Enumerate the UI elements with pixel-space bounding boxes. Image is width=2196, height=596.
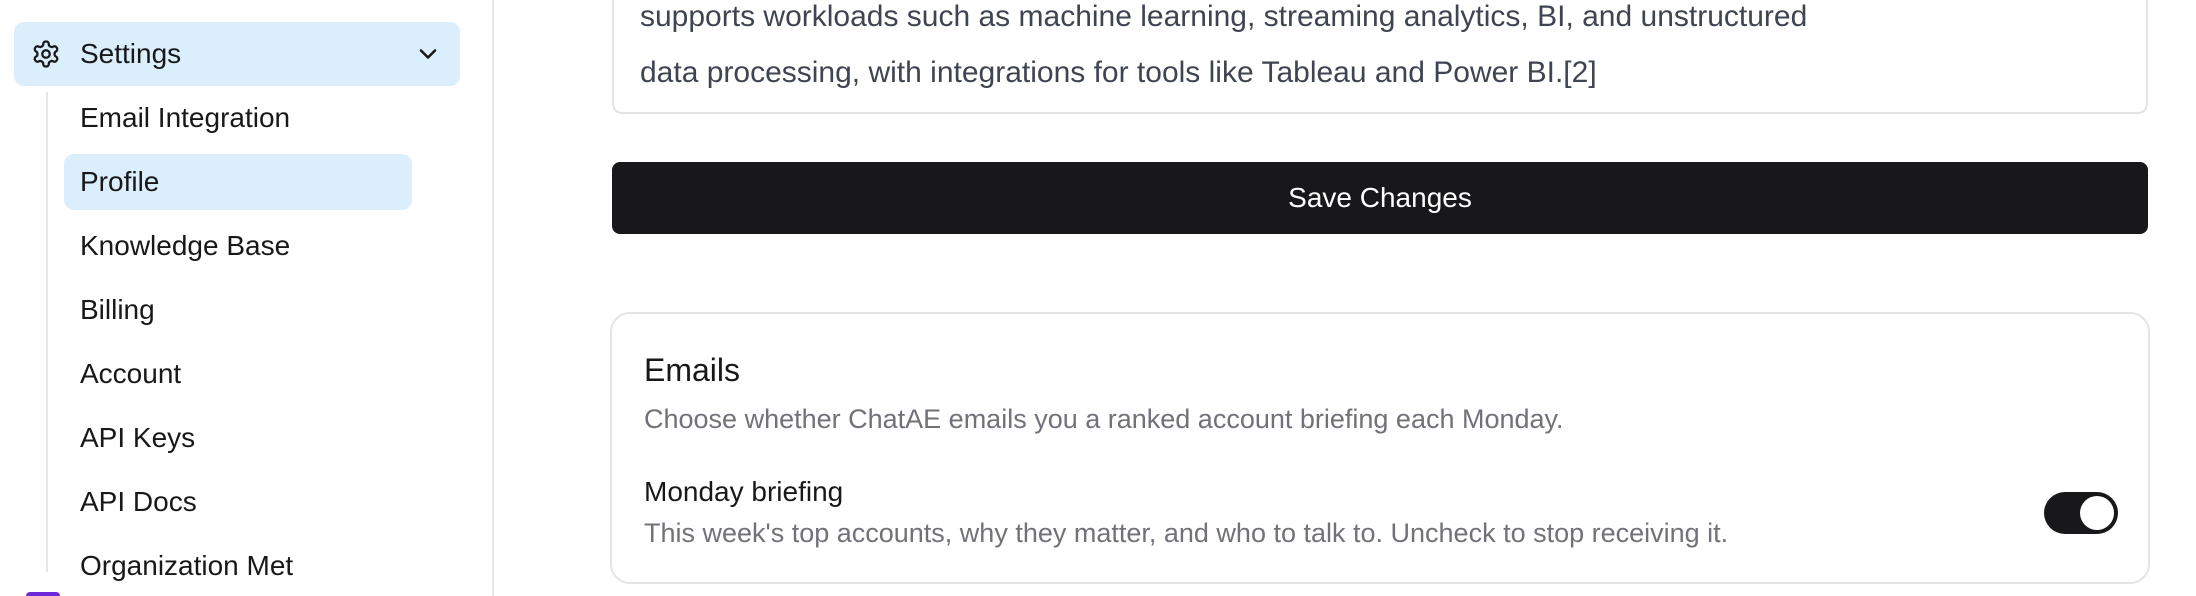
sidebar-item-label: Account: [80, 358, 182, 389]
emails-card: Emails Choose whether ChatAE emails you …: [610, 312, 2150, 584]
toggle-knob: [2080, 496, 2114, 530]
sidebar-item-label: Knowledge Base: [80, 230, 291, 261]
emails-title: Emails: [644, 352, 741, 388]
monday-briefing-description: This week's top accounts, why they matte…: [644, 518, 1729, 548]
sidebar-item-api-keys[interactable]: API Keys: [64, 410, 412, 466]
sidebar-divider: [492, 0, 494, 596]
sidebar-item-knowledge-base[interactable]: Knowledge Base: [64, 218, 412, 274]
tree-line: [46, 92, 48, 572]
sidebar: Settings Email Integration Profile Knowl…: [0, 0, 492, 596]
chevron-down-icon[interactable]: [414, 40, 442, 68]
settings-label: Settings: [80, 38, 182, 69]
sidebar-item-email-integration[interactable]: Email Integration: [64, 90, 412, 146]
sidebar-item-organization-metadata[interactable]: Organization Met: [64, 538, 412, 594]
gear-icon: [30, 38, 62, 70]
app-logo: [26, 592, 60, 596]
sidebar-item-billing[interactable]: Billing: [64, 282, 412, 338]
emails-description: Choose whether ChatAE emails you a ranke…: [644, 404, 1564, 434]
sidebar-item-api-docs[interactable]: API Docs: [64, 474, 412, 530]
monday-briefing-toggle[interactable]: [2044, 492, 2118, 534]
monday-briefing-label: Monday briefing: [644, 476, 844, 507]
sidebar-item-label: Profile: [80, 166, 160, 197]
sidebar-item-account[interactable]: Account: [64, 346, 412, 402]
sidebar-item-label: API Docs: [80, 486, 197, 517]
textarea-line: supports workloads such as machine learn…: [640, 0, 1808, 33]
profile-description-textarea[interactable]: supports workloads such as machine learn…: [612, 0, 2148, 114]
sidebar-item-profile[interactable]: Profile: [64, 154, 412, 210]
sidebar-item-label: Billing: [80, 294, 155, 325]
sidebar-item-label: Organization Met: [80, 550, 294, 581]
textarea-line: data processing, with integrations for t…: [640, 56, 1597, 89]
save-changes-button[interactable]: Save Changes: [612, 162, 2148, 234]
settings-section-toggle[interactable]: Settings: [14, 22, 460, 86]
sidebar-item-label: API Keys: [80, 422, 196, 453]
sidebar-item-label: Email Integration: [80, 102, 291, 133]
